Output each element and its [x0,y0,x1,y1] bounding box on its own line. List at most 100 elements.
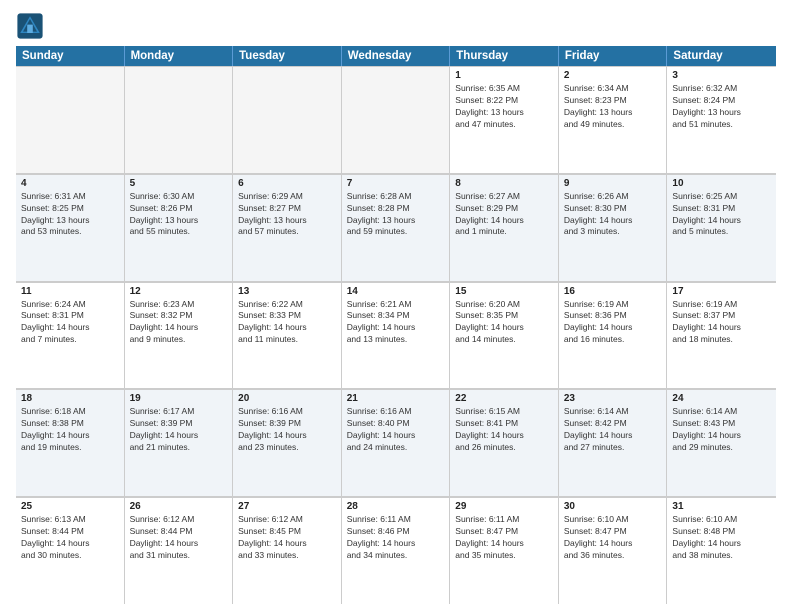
calendar-row: 25 Sunrise: 6:13 AM Sunset: 8:44 PM Dayli… [16,497,776,604]
day-number: 13 [238,286,336,297]
day-number: 9 [564,178,662,189]
day-number: 4 [21,178,119,189]
day-number: 11 [21,286,119,297]
day-number: 28 [347,501,445,512]
day-cell-16: 16 Sunrise: 6:19 AM Sunset: 8:36 PM Dayli… [559,282,668,389]
day-number: 20 [238,393,336,404]
day-info: Sunrise: 6:35 AM Sunset: 8:22 PM Dayligh… [455,83,553,131]
day-cell-19: 19 Sunrise: 6:17 AM Sunset: 8:39 PM Dayli… [125,389,234,496]
empty-cell [233,66,342,173]
day-info: Sunrise: 6:19 AM Sunset: 8:37 PM Dayligh… [672,299,771,347]
calendar-row: 4Sunrise: 6:31 AM Sunset: 8:25 PM Daylig… [16,174,776,282]
empty-cell [125,66,234,173]
day-number: 8 [455,178,553,189]
header [16,12,776,40]
day-number: 3 [672,70,771,81]
day-cell-18: 18 Sunrise: 6:18 AM Sunset: 8:38 PM Dayli… [16,389,125,496]
logo-icon [16,12,44,40]
day-cell-30: 30 Sunrise: 6:10 AM Sunset: 8:47 PM Dayli… [559,497,668,604]
day-cell-21: 21 Sunrise: 6:16 AM Sunset: 8:40 PM Dayli… [342,389,451,496]
day-number: 26 [130,501,228,512]
weekday-header-monday: Monday [125,46,234,66]
day-info: Sunrise: 6:10 AM Sunset: 8:48 PM Dayligh… [672,514,771,562]
day-number: 30 [564,501,662,512]
day-number: 10 [672,178,771,189]
day-number: 24 [672,393,771,404]
day-cell-10: 10 Sunrise: 6:25 AM Sunset: 8:31 PM Dayli… [667,174,776,281]
day-info: Sunrise: 6:29 AM Sunset: 8:27 PM Dayligh… [238,191,336,239]
day-number: 12 [130,286,228,297]
day-info: Sunrise: 6:15 AM Sunset: 8:41 PM Dayligh… [455,406,553,454]
day-cell-14: 14 Sunrise: 6:21 AM Sunset: 8:34 PM Dayli… [342,282,451,389]
day-info: Sunrise: 6:25 AM Sunset: 8:31 PM Dayligh… [672,191,771,239]
day-info: Sunrise: 6:20 AM Sunset: 8:35 PM Dayligh… [455,299,553,347]
day-info: Sunrise: 6:32 AM Sunset: 8:24 PM Dayligh… [672,83,771,131]
weekday-header-friday: Friday [559,46,668,66]
day-info: Sunrise: 6:30 AM Sunset: 8:26 PM Dayligh… [130,191,228,239]
day-number: 27 [238,501,336,512]
day-number: 6 [238,178,336,189]
day-cell-31: 31 Sunrise: 6:10 AM Sunset: 8:48 PM Dayli… [667,497,776,604]
day-cell-29: 29 Sunrise: 6:11 AM Sunset: 8:47 PM Dayli… [450,497,559,604]
day-info: Sunrise: 6:22 AM Sunset: 8:33 PM Dayligh… [238,299,336,347]
day-info: Sunrise: 6:16 AM Sunset: 8:39 PM Dayligh… [238,406,336,454]
day-number: 14 [347,286,445,297]
weekday-header-sunday: Sunday [16,46,125,66]
day-info: Sunrise: 6:10 AM Sunset: 8:47 PM Dayligh… [564,514,662,562]
day-cell-5: 5 Sunrise: 6:30 AM Sunset: 8:26 PM Daylig… [125,174,234,281]
day-cell-27: 27Sunrise: 6:12 AM Sunset: 8:45 PM Dayli… [233,497,342,604]
calendar-row: 1 Sunrise: 6:35 AM Sunset: 8:22 PM Daylig… [16,66,776,174]
day-info: Sunrise: 6:19 AM Sunset: 8:36 PM Dayligh… [564,299,662,347]
day-cell-17: 17Sunrise: 6:19 AM Sunset: 8:37 PM Dayli… [667,282,776,389]
day-number: 23 [564,393,662,404]
day-number: 19 [130,393,228,404]
calendar: SundayMondayTuesdayWednesdayThursdayFrid… [16,46,776,604]
day-number: 31 [672,501,771,512]
day-info: Sunrise: 6:11 AM Sunset: 8:47 PM Dayligh… [455,514,553,562]
day-cell-9: 9 Sunrise: 6:26 AM Sunset: 8:30 PM Daylig… [559,174,668,281]
day-info: Sunrise: 6:17 AM Sunset: 8:39 PM Dayligh… [130,406,228,454]
empty-cell [342,66,451,173]
day-cell-15: 15 Sunrise: 6:20 AM Sunset: 8:35 PM Dayli… [450,282,559,389]
day-cell-8: 8Sunrise: 6:27 AM Sunset: 8:29 PM Daylig… [450,174,559,281]
day-number: 5 [130,178,228,189]
day-number: 21 [347,393,445,404]
day-info: Sunrise: 6:18 AM Sunset: 8:38 PM Dayligh… [21,406,119,454]
day-cell-4: 4Sunrise: 6:31 AM Sunset: 8:25 PM Daylig… [16,174,125,281]
weekday-header-thursday: Thursday [450,46,559,66]
day-cell-12: 12Sunrise: 6:23 AM Sunset: 8:32 PM Dayli… [125,282,234,389]
day-cell-13: 13 Sunrise: 6:22 AM Sunset: 8:33 PM Dayli… [233,282,342,389]
day-number: 7 [347,178,445,189]
day-number: 1 [455,70,553,81]
day-info: Sunrise: 6:14 AM Sunset: 8:43 PM Dayligh… [672,406,771,454]
day-info: Sunrise: 6:34 AM Sunset: 8:23 PM Dayligh… [564,83,662,131]
day-number: 15 [455,286,553,297]
day-cell-7: 7 Sunrise: 6:28 AM Sunset: 8:28 PM Daylig… [342,174,451,281]
day-number: 18 [21,393,119,404]
day-number: 29 [455,501,553,512]
weekday-header-wednesday: Wednesday [342,46,451,66]
day-cell-3: 3 Sunrise: 6:32 AM Sunset: 8:24 PM Daylig… [667,66,776,173]
day-info: Sunrise: 6:26 AM Sunset: 8:30 PM Dayligh… [564,191,662,239]
day-number: 25 [21,501,119,512]
day-info: Sunrise: 6:12 AM Sunset: 8:44 PM Dayligh… [130,514,228,562]
day-cell-28: 28 Sunrise: 6:11 AM Sunset: 8:46 PM Dayli… [342,497,451,604]
day-info: Sunrise: 6:21 AM Sunset: 8:34 PM Dayligh… [347,299,445,347]
day-info: Sunrise: 6:14 AM Sunset: 8:42 PM Dayligh… [564,406,662,454]
day-cell-23: 23 Sunrise: 6:14 AM Sunset: 8:42 PM Dayli… [559,389,668,496]
day-cell-20: 20 Sunrise: 6:16 AM Sunset: 8:39 PM Dayli… [233,389,342,496]
day-info: Sunrise: 6:13 AM Sunset: 8:44 PM Dayligh… [21,514,119,562]
logo [16,12,48,40]
day-cell-1: 1 Sunrise: 6:35 AM Sunset: 8:22 PM Daylig… [450,66,559,173]
day-cell-24: 24 Sunrise: 6:14 AM Sunset: 8:43 PM Dayli… [667,389,776,496]
day-cell-6: 6 Sunrise: 6:29 AM Sunset: 8:27 PM Daylig… [233,174,342,281]
day-info: Sunrise: 6:11 AM Sunset: 8:46 PM Dayligh… [347,514,445,562]
day-info: Sunrise: 6:24 AM Sunset: 8:31 PM Dayligh… [21,299,119,347]
empty-cell [16,66,125,173]
day-info: Sunrise: 6:16 AM Sunset: 8:40 PM Dayligh… [347,406,445,454]
day-cell-26: 26 Sunrise: 6:12 AM Sunset: 8:44 PM Dayli… [125,497,234,604]
day-number: 22 [455,393,553,404]
day-number: 16 [564,286,662,297]
day-info: Sunrise: 6:28 AM Sunset: 8:28 PM Dayligh… [347,191,445,239]
calendar-body: 1 Sunrise: 6:35 AM Sunset: 8:22 PM Daylig… [16,66,776,604]
